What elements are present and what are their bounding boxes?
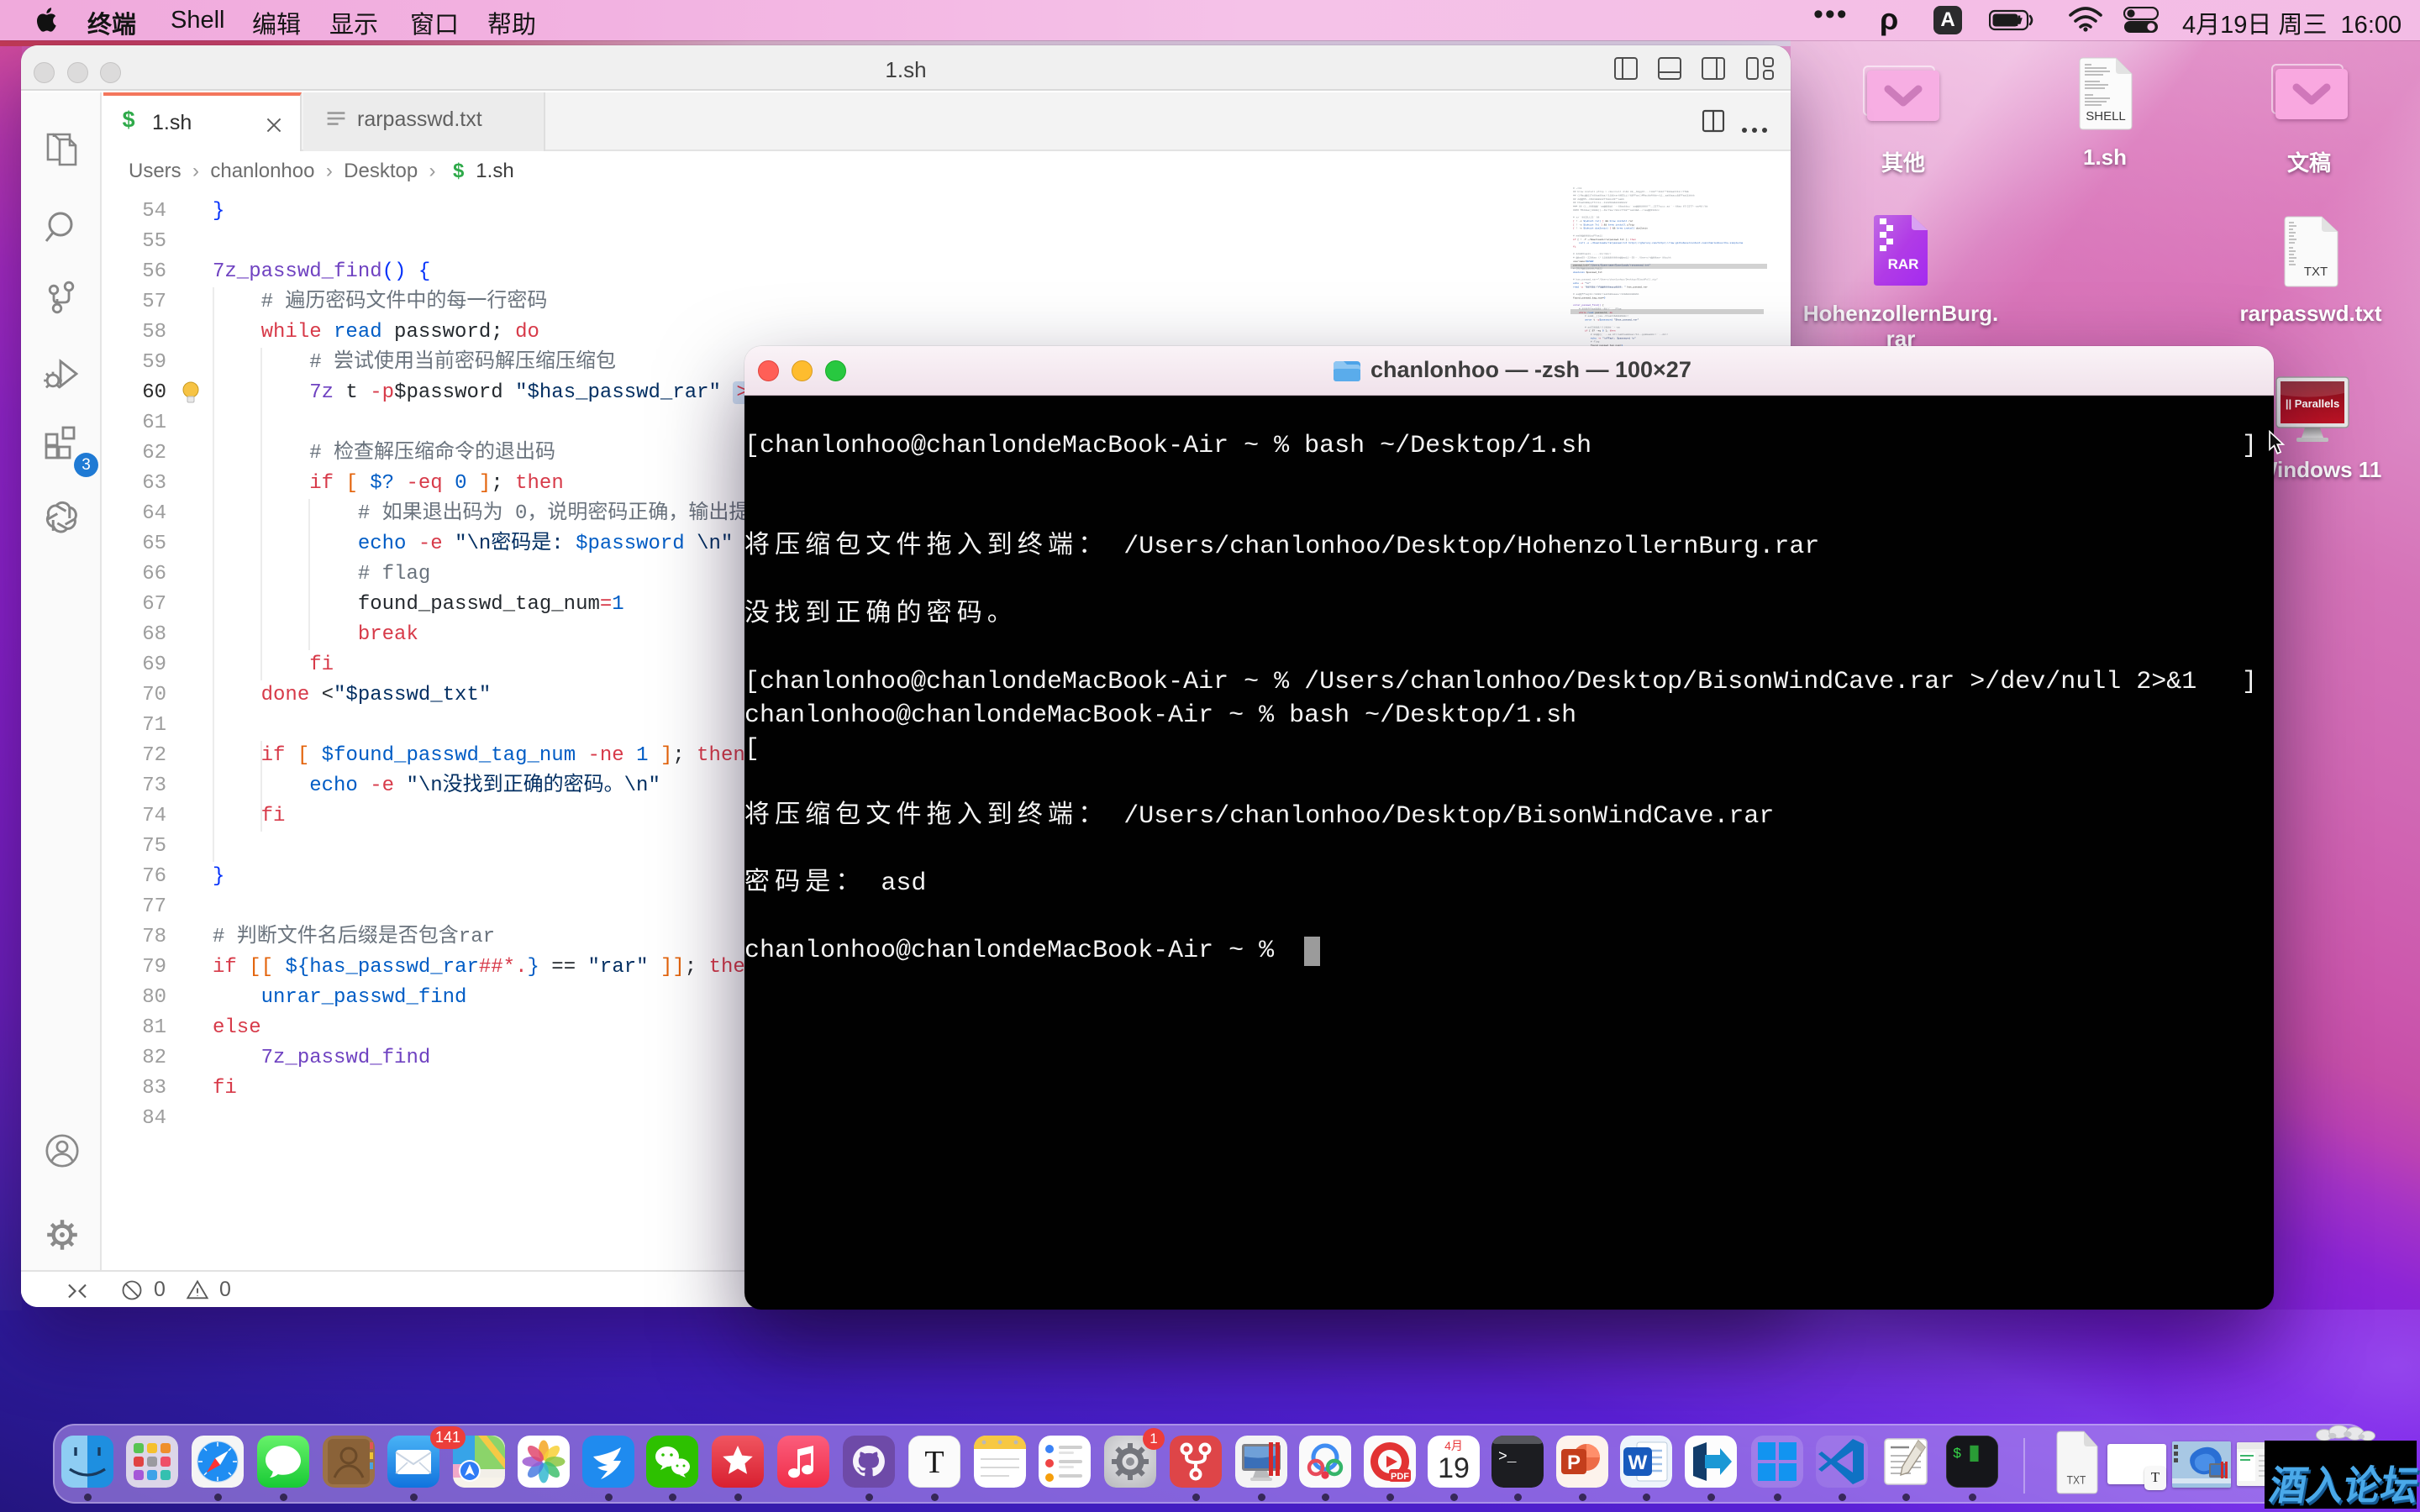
svg-text:SHELL: SHELL (2086, 109, 2126, 123)
svg-text:RAR: RAR (1888, 256, 1919, 272)
svg-text:|| Parallels: || Parallels (2286, 397, 2339, 410)
svg-text:TXT: TXT (2067, 1474, 2086, 1487)
svg-text:PDF: PDF (1391, 1472, 1409, 1482)
svg-text:$ █: $ █ (1953, 1445, 1979, 1462)
svg-text:T: T (924, 1445, 944, 1480)
svg-text:TXT: TXT (2304, 265, 2328, 279)
svg-text:>_: >_ (1498, 1449, 1517, 1466)
svg-text:W: W (1628, 1452, 1648, 1474)
svg-text:4月: 4月 (1444, 1439, 1463, 1452)
svg-text:P: P (1567, 1452, 1581, 1474)
svg-text:19: 19 (1438, 1452, 1470, 1484)
